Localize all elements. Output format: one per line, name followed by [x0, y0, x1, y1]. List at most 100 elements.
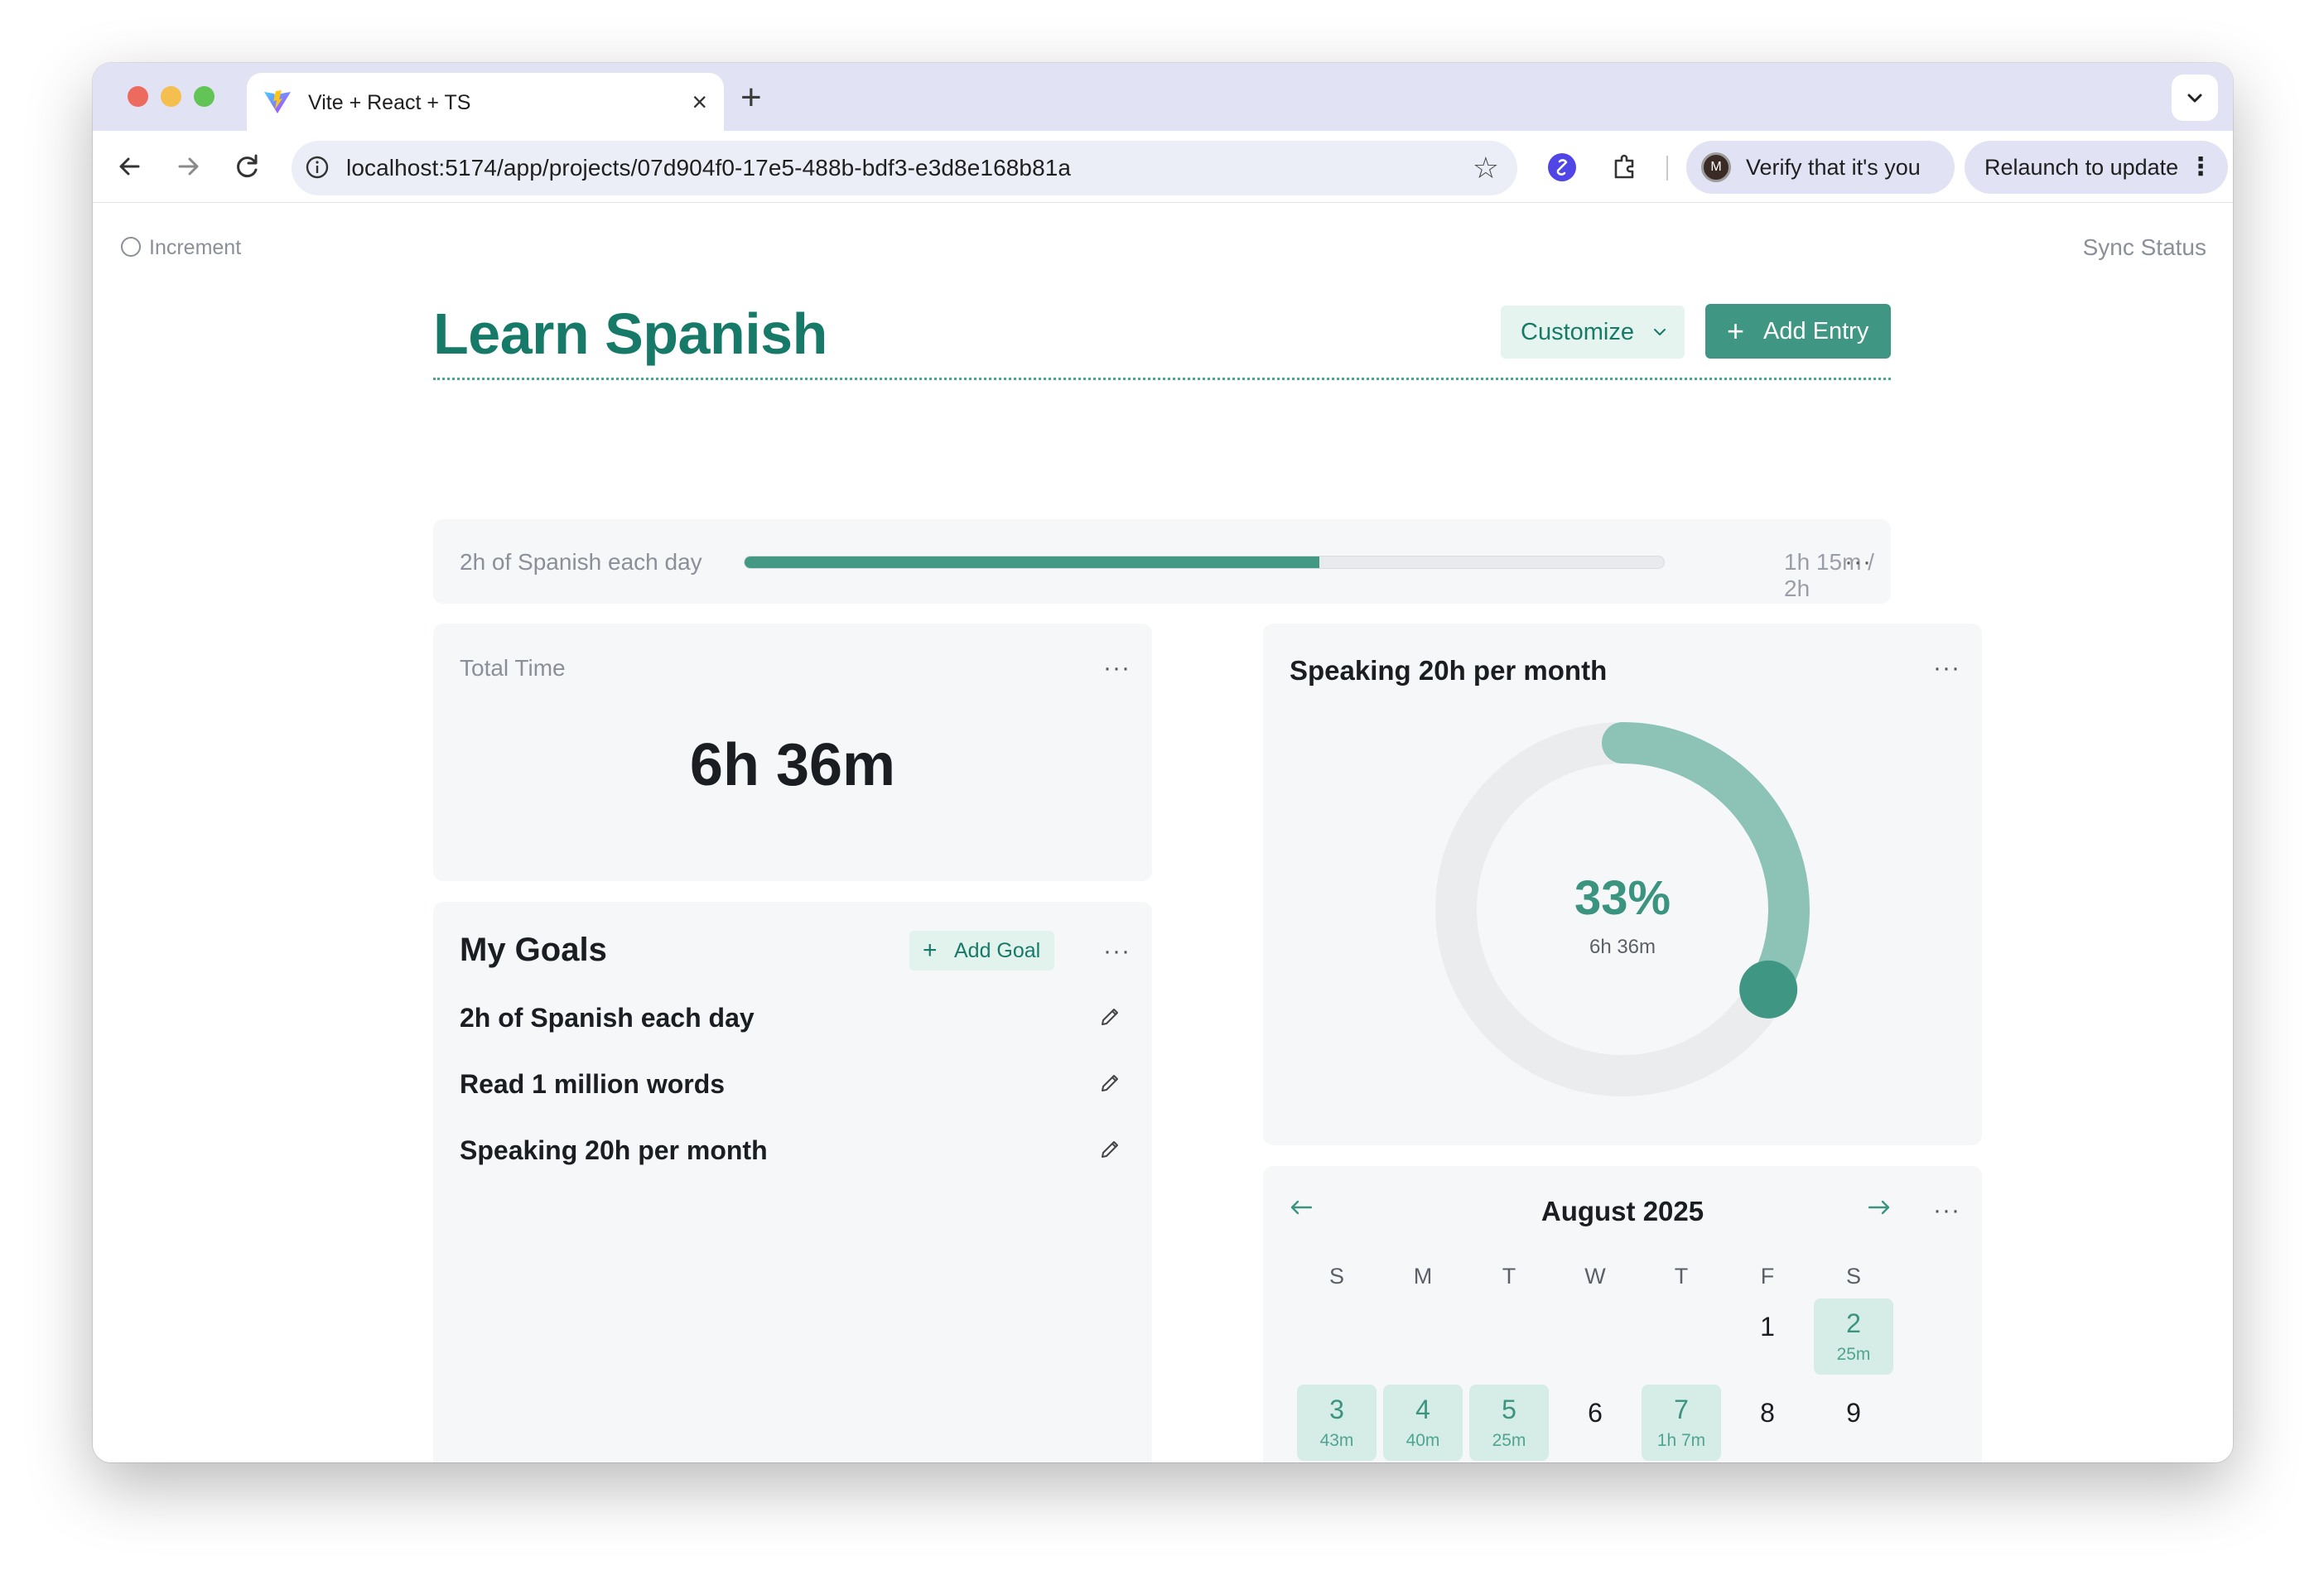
daily-goal-label: 2h of Spanish each day [460, 549, 702, 575]
link-icon [1556, 159, 1568, 176]
goal-name: Read 1 million words [460, 1069, 726, 1099]
profile-avatar: M [1701, 152, 1731, 182]
circle-icon [121, 237, 141, 257]
address-bar[interactable]: localhost:5174/app/projects/07d904f0-17e… [292, 141, 1517, 195]
puzzle-extensions-icon[interactable] [1608, 151, 1642, 184]
tab-title: Vite + React + TS [308, 91, 471, 114]
relaunch-button[interactable]: Relaunch to update ⋮ [1965, 141, 2228, 194]
weekday-label: W [1584, 1264, 1606, 1289]
pencil-edit-icon[interactable] [1097, 1137, 1122, 1162]
app-page: Increment Sync Status Learn Spanish Cust… [93, 203, 2233, 1462]
plus-icon: + [1727, 314, 1745, 348]
close-window-button[interactable] [128, 86, 148, 107]
url-text: localhost:5174/app/projects/07d904f0-17e… [346, 155, 1072, 181]
sync-status[interactable]: Sync Status [2083, 234, 2206, 261]
calendar-day-time: 43m [1319, 1431, 1354, 1450]
reload-icon[interactable] [225, 144, 270, 189]
relaunch-label: Relaunch to update [1984, 155, 2179, 180]
customize-label: Customize [1521, 319, 1634, 345]
page-title: Learn Spanish [433, 301, 827, 366]
browser-tab-active[interactable]: Vite + React + TS × [247, 73, 724, 131]
add-goal-label: Add Goal [954, 939, 1041, 962]
total-time-value: 6h 36m [689, 732, 896, 798]
app-brand[interactable]: Increment [121, 236, 241, 260]
total-time-card: Total Time ··· 6h 36m [433, 624, 1152, 881]
daily-goal-progress-bar [744, 556, 1665, 569]
speaking-goal-percent: 33% [1574, 871, 1671, 925]
goals-title: My Goals [460, 932, 607, 968]
site-info-icon[interactable] [305, 155, 330, 180]
extension-icon[interactable] [1548, 153, 1576, 181]
pencil-edit-icon[interactable] [1097, 1071, 1122, 1096]
goal-item[interactable]: Read 1 million words [460, 1061, 1122, 1110]
calendar-day-number: 5 [1502, 1395, 1516, 1424]
calendar-day[interactable]: 7 1h 7m [1642, 1385, 1721, 1461]
verify-identity-button[interactable]: M Verify that it's you [1686, 141, 1955, 194]
weekday-label: T [1502, 1264, 1516, 1289]
total-time-label: Total Time [460, 655, 566, 681]
zoom-window-button[interactable] [194, 86, 215, 107]
calendar-day[interactable]: 6 [1555, 1385, 1635, 1461]
goals-more-icon[interactable]: ··· [1103, 939, 1131, 964]
calendar-day[interactable]: 1 [1728, 1298, 1807, 1375]
browser-window: Vite + React + TS × + localhost:5174/app… [93, 63, 2233, 1462]
calendar-day-time: 1h 7m [1656, 1431, 1706, 1450]
goal-item[interactable]: 2h of Spanish each day [460, 995, 1122, 1044]
calendar-day-number: 4 [1415, 1395, 1430, 1424]
verify-label: Verify that it's you [1746, 155, 1921, 180]
tab-strip: Vite + React + TS × + [93, 63, 2233, 131]
daily-goal-card: 2h of Spanish each day 1h 15m / 2h ··· [433, 519, 1891, 604]
calendar-day-number: 1 [1760, 1312, 1775, 1342]
new-tab-icon[interactable]: + [740, 75, 762, 121]
calendar-more-icon[interactable]: ··· [1933, 1198, 1960, 1223]
calendar-day[interactable]: 2 25m [1814, 1298, 1893, 1375]
total-time-more-icon[interactable]: ··· [1103, 656, 1131, 681]
add-entry-button[interactable]: + Add Entry [1705, 304, 1891, 359]
close-tab-icon[interactable]: × [692, 87, 707, 117]
calendar-day-number: 7 [1674, 1395, 1689, 1424]
calendar-day-number: 9 [1846, 1398, 1861, 1428]
goals-card: My Goals + Add Goal ··· 2h of Spanish ea… [433, 902, 1152, 1462]
chevron-down-icon [1654, 329, 1666, 335]
app-name: Increment [149, 236, 242, 259]
pencil-edit-icon[interactable] [1097, 1004, 1122, 1029]
weekday-label: S [1328, 1264, 1344, 1289]
add-entry-label: Add Entry [1763, 318, 1869, 344]
toolbar-divider [1666, 156, 1668, 181]
title-divider [433, 378, 1891, 380]
weekday-label: F [1760, 1264, 1775, 1289]
add-goal-button[interactable]: + Add Goal [909, 931, 1054, 971]
calendar-day[interactable]: 5 25m [1469, 1385, 1549, 1461]
daily-goal-more-icon[interactable]: ··· [1844, 550, 1872, 575]
vite-logo-icon [264, 90, 291, 113]
calendar-day[interactable]: 8 [1728, 1385, 1807, 1461]
calendar-day-time: 40m [1405, 1431, 1440, 1450]
browser-toolbar: localhost:5174/app/projects/07d904f0-17e… [93, 131, 2233, 203]
calendar-card: August 2025 ··· S M T W T F S 1 2 25m 3 43m 4 40m 5 25m… [1263, 1166, 1982, 1462]
customize-button[interactable]: Customize [1501, 306, 1685, 359]
browser-menu-icon[interactable]: ⋮ [2188, 141, 2213, 194]
speaking-goal-time: 6h 36m [1589, 936, 1656, 958]
progress-ring-handle [1739, 960, 1798, 1019]
next-month-arrow-icon[interactable] [1866, 1197, 1892, 1217]
goal-item[interactable]: Speaking 20h per month [460, 1127, 1122, 1177]
calendar-day-time: 25m [1492, 1431, 1526, 1450]
weekday-label: S [1845, 1264, 1861, 1289]
minimize-window-button[interactable] [161, 86, 181, 107]
goal-name: 2h of Spanish each day [460, 1003, 755, 1033]
calendar-day-number: 2 [1846, 1308, 1861, 1338]
calendar-day-number: 8 [1760, 1398, 1775, 1428]
calendar-day-number: 6 [1588, 1398, 1603, 1428]
plus-icon: + [923, 937, 938, 964]
weekday-label: M [1413, 1264, 1433, 1289]
forward-arrow-icon[interactable] [166, 144, 210, 189]
calendar-day[interactable]: 4 40m [1383, 1385, 1463, 1461]
tab-search-button[interactable] [2172, 75, 2218, 121]
bookmark-star-icon[interactable]: ☆ [1473, 152, 1499, 184]
calendar-day[interactable]: 9 [1814, 1385, 1893, 1461]
daily-goal-progress-fill [745, 556, 1319, 568]
back-arrow-icon[interactable] [108, 144, 152, 189]
goal-name: Speaking 20h per month [460, 1135, 768, 1165]
speaking-goal-card: Speaking 20h per month ··· 33% 6h 36m [1263, 624, 1982, 1145]
calendar-day[interactable]: 3 43m [1297, 1385, 1377, 1461]
